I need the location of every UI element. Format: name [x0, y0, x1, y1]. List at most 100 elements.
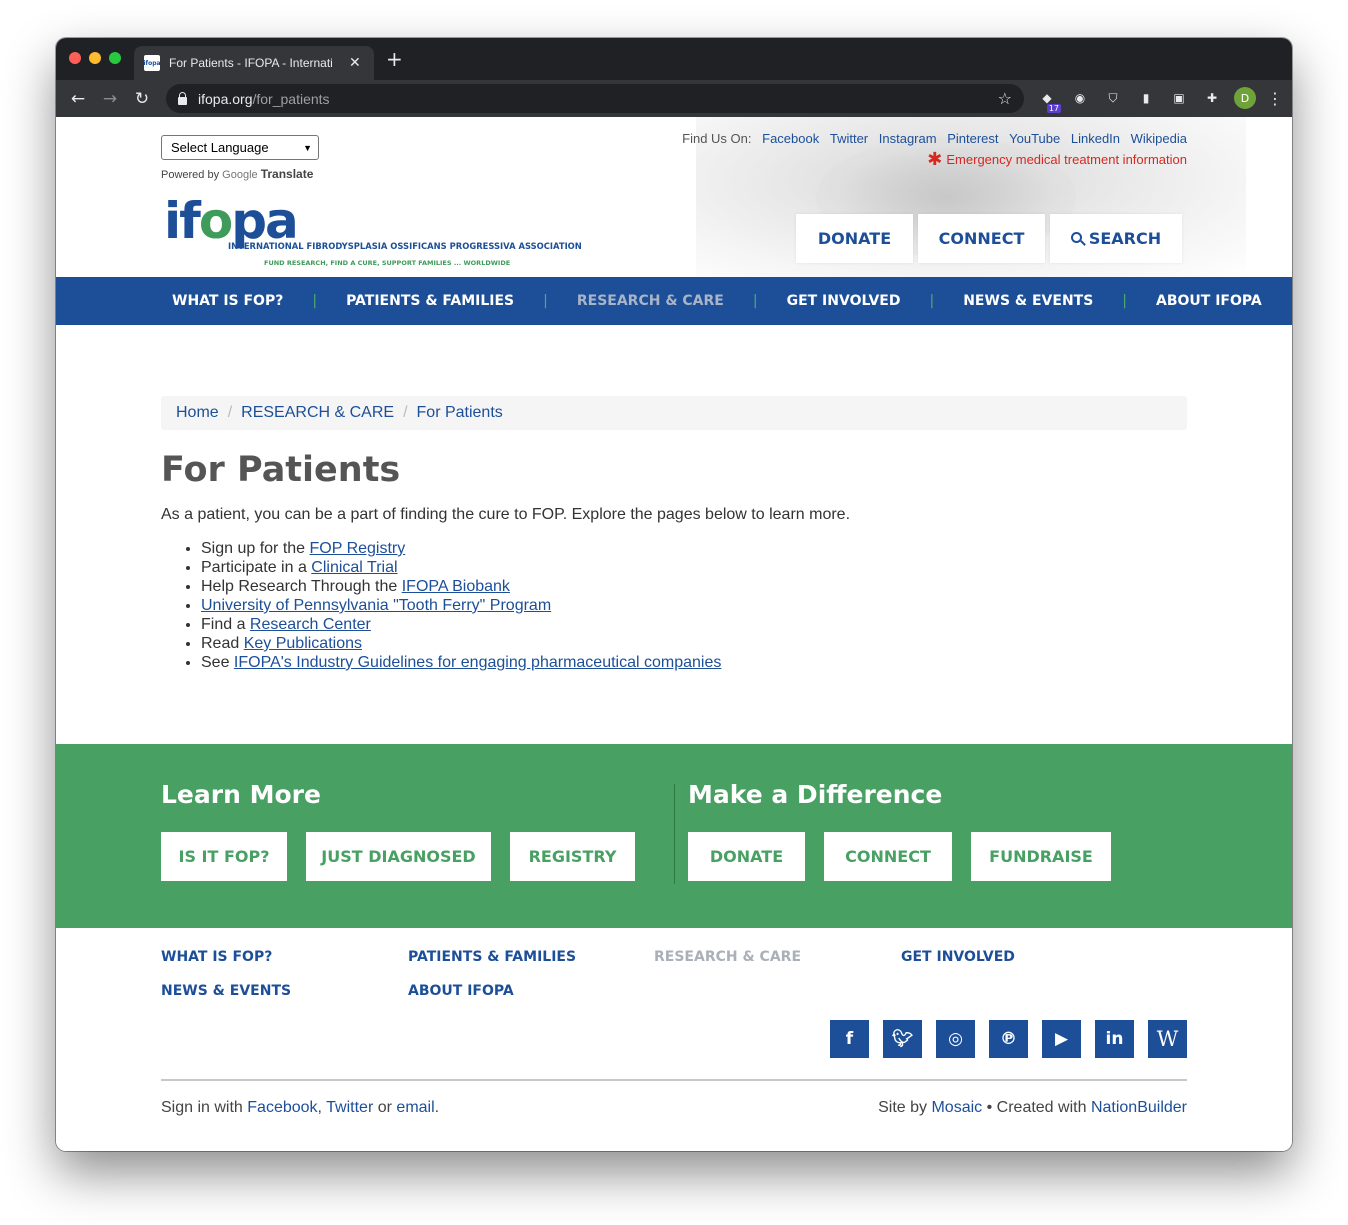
header-link-instagram[interactable]: Instagram	[879, 131, 937, 146]
extension-icon[interactable]: ◉	[1069, 87, 1091, 109]
nav-get-involved[interactable]: GET INVOLVED	[787, 293, 901, 309]
find-us-on: Find Us On: Facebook Twitter Instagram P…	[682, 131, 1187, 146]
nav-separator: |	[543, 293, 548, 309]
is-it-fop-button[interactable]: IS IT FOP?	[161, 832, 287, 881]
mosaic-link[interactable]: Mosaic	[931, 1099, 982, 1116]
instagram-icon[interactable]: ◎	[936, 1020, 975, 1058]
research-center-link[interactable]: Research Center	[250, 616, 371, 633]
nav-about-ifopa[interactable]: ABOUT IFOPA	[1156, 293, 1262, 309]
footer-link-research-care[interactable]: RESEARCH & CARE	[654, 949, 801, 965]
logo-wordmark: ifopa	[164, 192, 299, 250]
language-select[interactable]: Select Language ▼	[161, 135, 319, 160]
maximize-window-button[interactable]	[109, 52, 121, 64]
donate-button[interactable]: DONATE	[796, 214, 913, 263]
logo-tagline: FUND RESEARCH, FIND A CURE, SUPPORT FAMI…	[264, 259, 511, 267]
intro-text: As a patient, you can be a part of findi…	[161, 506, 851, 523]
extension-icon[interactable]: ◆ 17	[1036, 87, 1061, 113]
make-a-difference-section: Make a Difference DONATE CONNECT FUNDRAI…	[688, 780, 1111, 881]
tooth-ferry-link[interactable]: University of Pennsylvania "Tooth Ferry"…	[201, 597, 551, 614]
nav-what-is-fop[interactable]: WHAT IS FOP?	[172, 293, 283, 309]
nav-separator: |	[1122, 293, 1128, 309]
shield-extension-icon[interactable]: ⛉	[1102, 87, 1124, 109]
call-to-action-band: Learn More IS IT FOP? JUST DIAGNOSED REG…	[56, 744, 1292, 928]
minimize-window-button[interactable]	[89, 52, 101, 64]
just-diagnosed-button[interactable]: JUST DIAGNOSED	[306, 832, 491, 881]
list-item: Read Key Publications	[201, 634, 1187, 653]
fundraise-button[interactable]: FUNDRAISE	[971, 832, 1111, 881]
nav-news-events[interactable]: NEWS & EVENTS	[963, 293, 1093, 309]
industry-guidelines-link[interactable]: IFOPA's Industry Guidelines for engaging…	[234, 654, 721, 671]
emergency-link[interactable]: ✱ Emergency medical treatment informatio…	[927, 149, 1187, 169]
wikipedia-icon[interactable]: W	[1148, 1020, 1187, 1058]
list-item: Find a Research Center	[201, 615, 1187, 634]
header-link-linkedin[interactable]: LinkedIn	[1071, 131, 1120, 146]
header-link-twitter[interactable]: Twitter	[830, 131, 868, 146]
sign-in-twitter-link[interactable]: Twitter	[326, 1099, 373, 1116]
chevron-down-icon: ▼	[303, 142, 312, 153]
back-icon[interactable]: ←	[62, 89, 94, 109]
band-donate-button[interactable]: DONATE	[688, 832, 805, 881]
bookmark-star-icon[interactable]: ☆	[998, 89, 1012, 108]
sign-in-email-link[interactable]: email	[396, 1099, 434, 1116]
breadcrumb-research-care[interactable]: RESEARCH & CARE	[241, 404, 394, 422]
extension-icon[interactable]: ▣	[1168, 87, 1190, 109]
breadcrumb-home[interactable]: Home	[176, 404, 219, 422]
fop-registry-link[interactable]: FOP Registry	[310, 540, 406, 557]
footer-link-get-involved[interactable]: GET INVOLVED	[901, 949, 1015, 965]
site-credits: Site by Mosaic • Created with NationBuil…	[878, 1099, 1187, 1116]
browser-toolbar: ← → ↻ ifopa.org/for_patients ☆ ◆ 17 ◉ ⛉ ▮…	[56, 80, 1292, 117]
reload-icon[interactable]: ↻	[126, 89, 158, 109]
breadcrumb-current[interactable]: For Patients	[417, 404, 503, 422]
footer-link-what-is-fop[interactable]: WHAT IS FOP?	[161, 949, 272, 965]
youtube-icon[interactable]: ▶	[1042, 1020, 1081, 1058]
list-item: Participate in a Clinical Trial	[201, 558, 1187, 577]
nationbuilder-link[interactable]: NationBuilder	[1091, 1099, 1187, 1116]
tab-bar: ifopa For Patients - IFOPA - Internati ✕…	[56, 38, 1292, 80]
facebook-icon[interactable]: f	[830, 1020, 869, 1058]
web-page: Select Language ▼ Powered by Google Tran…	[56, 117, 1292, 1151]
powered-by-google-translate: Powered by Google Translate	[161, 167, 314, 181]
site-header: Select Language ▼ Powered by Google Tran…	[56, 117, 1292, 277]
clinical-trial-link[interactable]: Clinical Trial	[311, 559, 397, 576]
puzzle-extensions-icon[interactable]: ✚	[1201, 87, 1223, 109]
profile-avatar[interactable]: D	[1234, 87, 1256, 109]
key-publications-link[interactable]: Key Publications	[244, 635, 362, 652]
footer-link-patients-families[interactable]: PATIENTS & FAMILIES	[408, 949, 576, 965]
tab-close-icon[interactable]: ✕	[349, 55, 361, 71]
nav-patients-families[interactable]: PATIENTS & FAMILIES	[346, 293, 514, 309]
header-link-youtube[interactable]: YouTube	[1009, 131, 1060, 146]
close-window-button[interactable]	[69, 52, 81, 64]
search-button[interactable]: SEARCH	[1050, 214, 1182, 263]
list-item: Sign up for the FOP Registry	[201, 539, 1187, 558]
breadcrumb: Home / RESEARCH & CARE / For Patients	[161, 396, 1187, 430]
learn-more-title: Learn More	[161, 780, 321, 809]
lock-icon	[178, 91, 187, 105]
pinterest-icon[interactable]: ℗	[989, 1020, 1028, 1058]
header-link-pinterest[interactable]: Pinterest	[947, 131, 998, 146]
header-link-wikipedia[interactable]: Wikipedia	[1131, 131, 1187, 146]
footer-link-news-events[interactable]: NEWS & EVENTS	[161, 983, 291, 999]
footer-link-about-ifopa[interactable]: ABOUT IFOPA	[408, 983, 514, 999]
registry-button[interactable]: REGISTRY	[510, 832, 635, 881]
twitter-icon[interactable]: 🐦︎	[883, 1020, 922, 1058]
active-tab[interactable]: ifopa For Patients - IFOPA - Internati ✕	[134, 46, 374, 80]
linkedin-icon[interactable]: in	[1095, 1020, 1134, 1058]
list-item: See IFOPA's Industry Guidelines for enga…	[201, 653, 1187, 672]
extension-icon[interactable]: ▮	[1135, 87, 1157, 109]
band-connect-button[interactable]: CONNECT	[824, 832, 952, 881]
biobank-link[interactable]: IFOPA Biobank	[402, 578, 510, 595]
new-tab-icon[interactable]: +	[386, 49, 403, 69]
forward-icon[interactable]: →	[94, 89, 126, 109]
browser-menu-icon[interactable]: ⋮	[1267, 89, 1283, 108]
ifopa-logo[interactable]: ifopa INTERNATIONAL FIBRODYSPLASIA OSSIF…	[164, 192, 582, 269]
sign-in-facebook-link[interactable]: Facebook	[247, 1099, 317, 1116]
list-item: University of Pennsylvania "Tooth Ferry"…	[201, 596, 1187, 615]
extensions-area: ◆ 17 ◉ ⛉ ▮ ▣ ✚ D ⋮	[1036, 87, 1283, 113]
address-bar[interactable]: ifopa.org/for_patients ☆	[166, 84, 1024, 113]
sign-in-text: Sign in with Facebook, Twitter or email.	[161, 1099, 440, 1116]
medical-asterisk-icon: ✱	[927, 149, 943, 169]
header-link-facebook[interactable]: Facebook	[762, 131, 819, 146]
list-item: Help Research Through the IFOPA Biobank	[201, 577, 1187, 596]
nav-research-care[interactable]: RESEARCH & CARE	[577, 293, 724, 309]
connect-button[interactable]: CONNECT	[918, 214, 1045, 263]
